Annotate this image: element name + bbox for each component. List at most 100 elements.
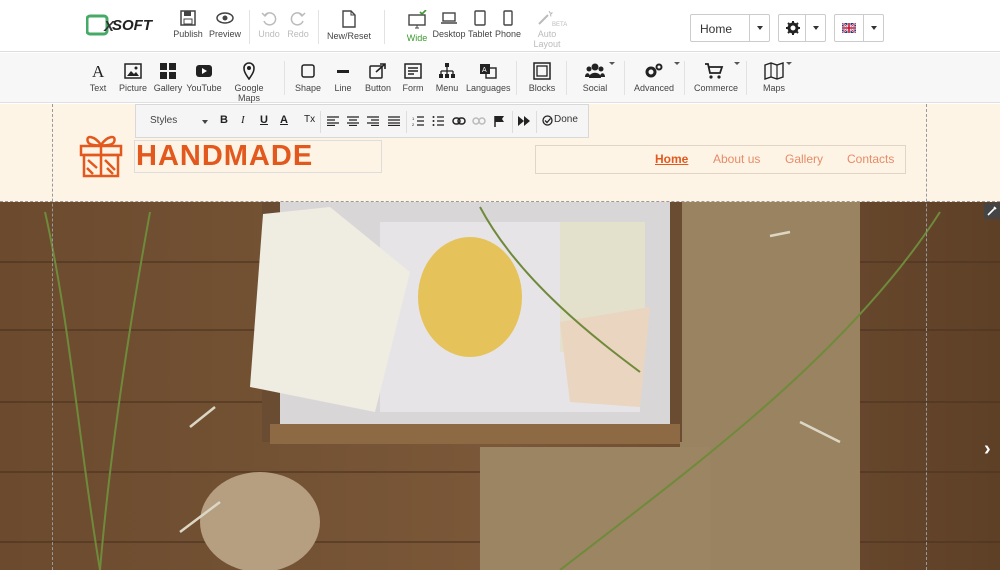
map-pin-icon xyxy=(243,62,255,80)
svg-text:A: A xyxy=(482,67,487,74)
add-picture-button[interactable]: Picture xyxy=(118,62,148,93)
add-form-button[interactable]: Form xyxy=(400,62,426,93)
nav-item-gallery[interactable]: Gallery xyxy=(785,152,823,166)
numbered-list-icon[interactable]: 12 xyxy=(412,115,424,127)
nav-item-home[interactable]: Home xyxy=(655,152,688,166)
add-languages-button[interactable]: A Languages xyxy=(466,62,511,93)
desktop-view-button[interactable]: Desktop xyxy=(432,10,466,39)
link-icon[interactable] xyxy=(452,116,466,126)
page-select-value: Home xyxy=(700,22,733,36)
auto-layout-button[interactable]: BETA Auto Layout xyxy=(524,10,570,49)
save-icon xyxy=(180,10,196,26)
text-format-toolbar: Styles B I U A Tx 12 Done xyxy=(135,104,589,138)
align-center-icon[interactable] xyxy=(347,116,359,126)
text-color-button[interactable]: A xyxy=(280,114,288,126)
phone-view-button[interactable]: Phone xyxy=(495,10,521,39)
chevron-down-icon xyxy=(609,62,615,65)
text-label: Text xyxy=(89,83,107,93)
form-icon xyxy=(404,63,422,79)
app-logo-text: SOFT xyxy=(112,17,152,34)
text-icon: A xyxy=(92,62,105,80)
eye-icon xyxy=(216,12,234,24)
chevron-down-icon xyxy=(749,15,769,41)
youtube-icon xyxy=(196,65,212,77)
beta-badge: BETA xyxy=(552,22,568,28)
languages-label: Languages xyxy=(466,83,511,93)
preview-label: Preview xyxy=(208,29,241,39)
bold-button[interactable]: B xyxy=(220,114,228,126)
page-icon xyxy=(342,10,356,28)
add-blocks-button[interactable]: Blocks xyxy=(528,62,556,93)
auto-layout-label: Auto Layout xyxy=(533,29,561,49)
menu-icon xyxy=(439,63,455,78)
cart-icon xyxy=(705,63,724,79)
editor-canvas[interactable]: HANDMADE Home About us Gallery Contacts … xyxy=(0,104,1000,570)
align-left-icon[interactable] xyxy=(327,116,339,126)
site-header[interactable]: HANDMADE Home About us Gallery Contacts … xyxy=(0,104,1000,202)
align-justify-icon[interactable] xyxy=(388,116,400,126)
animation-icon[interactable] xyxy=(518,116,530,126)
new-reset-button[interactable]: New/Reset xyxy=(326,10,372,41)
tablet-view-label: Tablet xyxy=(468,29,493,39)
unlink-icon[interactable] xyxy=(472,116,486,126)
uk-flag-icon xyxy=(842,23,856,33)
commerce-label: Commerce xyxy=(694,83,739,93)
tablet-icon xyxy=(474,10,486,26)
nav-item-contacts[interactable]: Contacts xyxy=(847,152,894,166)
add-line-button[interactable]: Line xyxy=(332,62,354,93)
brand-title[interactable]: HANDMADE xyxy=(136,140,313,173)
add-google-maps-button[interactable]: Google Maps xyxy=(225,62,273,103)
gear-icon xyxy=(786,21,800,35)
add-social-button[interactable]: Social xyxy=(581,62,615,93)
underline-button[interactable]: U xyxy=(260,114,268,126)
add-commerce-button[interactable]: Commerce xyxy=(694,62,740,93)
chevron-down-icon xyxy=(674,62,680,65)
bullet-list-icon[interactable] xyxy=(432,115,444,127)
add-advanced-button[interactable]: Advanced xyxy=(634,62,680,93)
laptop-icon xyxy=(441,12,457,24)
done-button[interactable]: Done xyxy=(554,114,578,125)
chevron-down-icon xyxy=(805,15,825,41)
wide-view-button[interactable]: Wide xyxy=(404,10,430,43)
picture-label: Picture xyxy=(118,83,147,93)
redo-icon xyxy=(290,12,306,26)
elements-toolbar: A Text Picture Gallery YouTube Google Ma… xyxy=(0,53,1000,103)
align-right-icon[interactable] xyxy=(367,116,379,126)
phone-view-label: Phone xyxy=(495,29,522,39)
svg-text:1: 1 xyxy=(412,116,415,121)
folded-map-icon xyxy=(764,62,784,80)
redo-button[interactable]: Redo xyxy=(285,10,311,39)
chevron-right-icon[interactable]: › xyxy=(984,438,991,461)
undo-button[interactable]: Undo xyxy=(256,10,282,39)
clear-format-button[interactable]: Tx xyxy=(304,114,315,125)
blocks-icon xyxy=(533,62,551,80)
add-shape-button[interactable]: Shape xyxy=(295,62,321,93)
settings-select[interactable] xyxy=(778,14,826,42)
styles-dropdown[interactable]: Styles xyxy=(142,111,212,131)
flag-icon[interactable] xyxy=(493,115,505,127)
language-select[interactable] xyxy=(834,14,884,42)
tablet-view-button[interactable]: Tablet xyxy=(468,10,492,39)
page-select[interactable]: Home xyxy=(690,14,770,42)
hero-image[interactable] xyxy=(0,202,1000,570)
svg-text:2: 2 xyxy=(412,122,415,127)
social-label: Social xyxy=(582,83,608,93)
picture-icon xyxy=(124,63,142,79)
add-gallery-button[interactable]: Gallery xyxy=(153,62,183,93)
nav-item-about-us[interactable]: About us xyxy=(713,152,760,166)
add-maps-button[interactable]: Maps xyxy=(762,62,792,93)
chevron-down-icon xyxy=(786,62,792,65)
preview-button[interactable]: Preview xyxy=(208,10,242,39)
add-text-button[interactable]: A Text xyxy=(86,62,110,93)
new-reset-label: New/Reset xyxy=(326,31,371,41)
add-menu-button[interactable]: Menu xyxy=(435,62,459,93)
publish-button[interactable]: Publish xyxy=(172,10,204,39)
add-button-button[interactable]: Button xyxy=(364,62,392,93)
gift-icon xyxy=(79,135,123,178)
italic-button[interactable]: I xyxy=(241,114,245,126)
redo-label: Redo xyxy=(287,29,309,39)
svg-text:A: A xyxy=(92,62,105,80)
edit-pencil-icon[interactable] xyxy=(984,203,1000,219)
add-youtube-button[interactable]: YouTube xyxy=(186,62,222,93)
undo-label: Undo xyxy=(258,29,280,39)
